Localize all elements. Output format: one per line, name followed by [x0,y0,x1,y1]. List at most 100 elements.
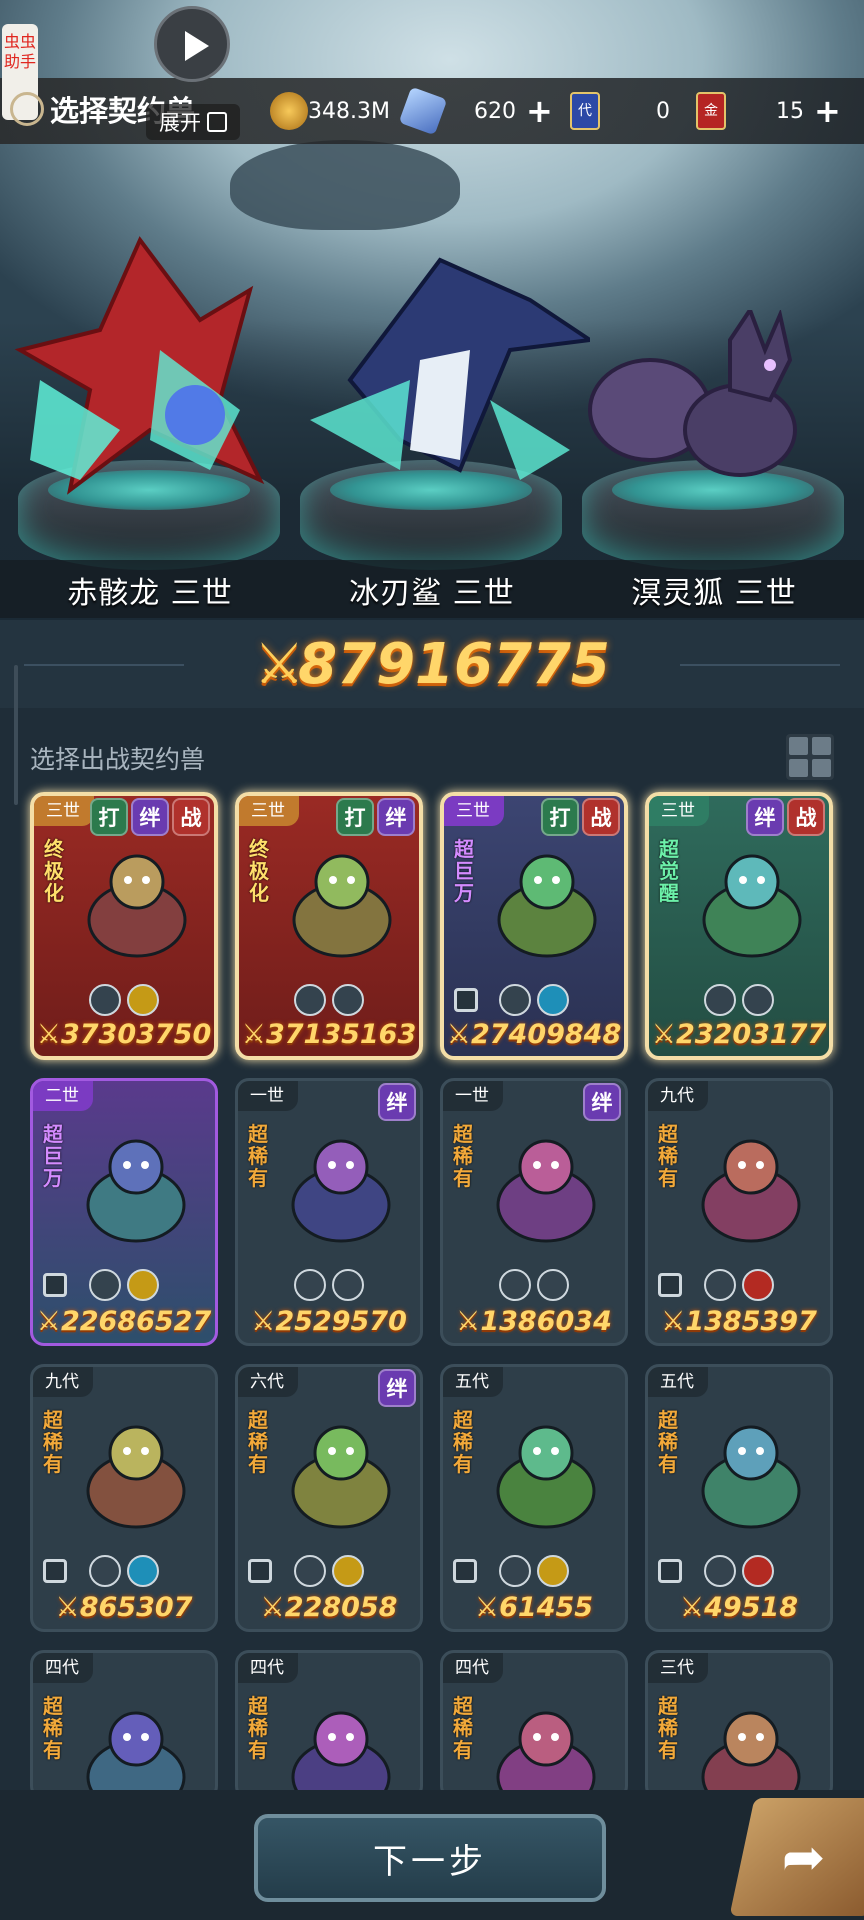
sword-icon: ⚔ [661,1306,686,1337]
eye-icon [704,984,736,1016]
beast-card[interactable]: 四代 超稀有 [30,1650,218,1800]
attribute-icons [239,984,419,1016]
beast-power: ⚔1385397 [648,1306,830,1337]
generation-label: 三代 [648,1653,708,1683]
beast-power: ⚔49518 [648,1592,830,1623]
beast-card[interactable]: 四代 超稀有 [440,1650,628,1800]
water-icon [127,1555,159,1587]
attribute-icons [34,984,214,1016]
generation-label: 三世 [34,796,94,826]
play-button[interactable] [154,6,230,82]
fire-icon [742,1269,774,1301]
resource-red-card: 金 15 + [696,92,846,130]
skill-tags: 绊战 [746,798,825,836]
airship-silhouette [230,140,460,230]
beast-card[interactable]: 九代 超稀有 ⚔1385397 [645,1078,833,1346]
rock-icon [537,1269,569,1301]
beast-power: ⚔2529570 [238,1306,420,1337]
rarity-label: 超稀有 [248,1694,268,1762]
rarity-label: 超稀有 [248,1408,268,1476]
beast-card[interactable]: 五代 超稀有 ⚔61455 [440,1364,628,1632]
swirl-icon [10,92,44,126]
skill-tag-ban: 绊 [377,798,415,836]
beast-portrait [86,1711,186,1797]
beast-red-dragon[interactable] [10,230,270,500]
beast-card[interactable]: 一世 绊超稀有 ⚔1386034 [440,1078,628,1346]
resource-red-card-value: 15 [776,98,804,124]
beast-portrait [291,1425,391,1529]
moon-icon [742,984,774,1016]
beast-ice-shark[interactable] [290,240,590,490]
scrollbar[interactable] [14,665,18,805]
skull-icon [704,1555,736,1587]
generation-label: 四代 [238,1653,298,1683]
beast-card[interactable]: 四代超稀有 [235,1650,423,1800]
rarity-label: 超觉醒 [659,837,679,905]
rarity-label: 超稀有 [658,1694,678,1762]
water-icon [537,984,569,1016]
beast-card[interactable]: 三世 打战超巨万 ⚔27409848 [440,792,628,1060]
spiral-icon [89,984,121,1016]
share-arrow-icon: ➦ [781,1828,826,1888]
generation-label: 三世 [444,796,504,826]
rarity-label: 超稀有 [658,1122,678,1190]
skill-tag-da: 打 [90,798,128,836]
generation-label: 三世 [649,796,709,826]
beast-card[interactable]: 三世 绊战超觉醒 ⚔23203177 [645,792,833,1060]
red-card-icon: 金 [696,92,726,130]
beast-portrait [86,1139,186,1243]
beast-power-value: 22686527 [60,1306,212,1337]
generation-label: 四代 [443,1653,503,1683]
spiral-icon [294,984,326,1016]
grid-view-toggle[interactable] [786,734,834,780]
sword-icon: ⚔ [474,1592,500,1623]
generation-label: 四代 [33,1653,93,1683]
skill-tag-da: 打 [541,798,579,836]
beast-card[interactable]: 九代超稀有 ⚔865307 [30,1364,218,1632]
section-label: 选择出战契约兽 [30,745,206,774]
beast-card[interactable]: 三世 打绊终极化 ⚔37135163 [235,792,423,1060]
beast-power: ⚔1386034 [443,1306,625,1337]
shield-icon [704,1269,736,1301]
rarity-label: 超稀有 [248,1122,268,1190]
expand-button[interactable]: 展开 [146,104,240,140]
generation-label: 五代 [443,1367,503,1397]
beast-power-value: 37303750 [60,1019,212,1050]
generation-label: 九代 [33,1367,93,1397]
beast-card[interactable]: 五代 超稀有 ⚔49518 [645,1364,833,1632]
beast-card[interactable]: 二世 超巨万 ⚔22686527 [30,1078,218,1346]
beast-power-value: 228058 [284,1592,398,1623]
attribute-icons [33,1269,215,1301]
generation-label: 一世 [443,1081,503,1111]
rarity-label: 终极化 [249,837,269,905]
beast-card[interactable]: 三代超稀有 [645,1650,833,1800]
rarity-label: 超稀有 [43,1408,63,1476]
beast-power: ⚔228058 [238,1592,420,1623]
skill-tag-ban: 绊 [378,1369,416,1407]
attribute-icons [444,984,624,1016]
add-crystal-button[interactable]: + [526,95,553,127]
skill-tags: 绊 [583,1083,621,1121]
beast-card[interactable]: 一世 绊超稀有 ⚔2529570 [235,1078,423,1346]
next-step-button[interactable]: 下一步 [254,1814,606,1902]
skill-tags: 打绊 [336,798,415,836]
beast-spirit-fox[interactable] [580,310,830,500]
beast-power: ⚔22686527 [33,1306,215,1337]
beast-power-value: 37135163 [265,1019,417,1050]
beast-power: ⚔865307 [33,1592,215,1623]
beast-card[interactable]: 六代 绊超稀有 ⚔228058 [235,1364,423,1632]
resource-blue-card-value: 0 [656,98,670,124]
beast-card[interactable]: 三世打绊战终极化 ⚔37303750 [30,792,218,1060]
expand-icon [207,112,227,132]
team-member-name-1: 赤骸龙 三世 [67,576,233,611]
beast-portrait [701,1139,801,1243]
skill-tag-ban: 绊 [746,798,784,836]
beast-power-value: 61455 [499,1592,594,1623]
star-icon [127,984,159,1016]
share-button[interactable]: ➦ [729,1798,864,1916]
add-red-card-button[interactable]: + [814,95,841,127]
team-member-name-2: 冰刃鲨 三世 [349,576,515,611]
rock-icon [332,1269,364,1301]
skill-tag-zhan: 战 [172,798,210,836]
crosshair-icon [499,1555,531,1587]
